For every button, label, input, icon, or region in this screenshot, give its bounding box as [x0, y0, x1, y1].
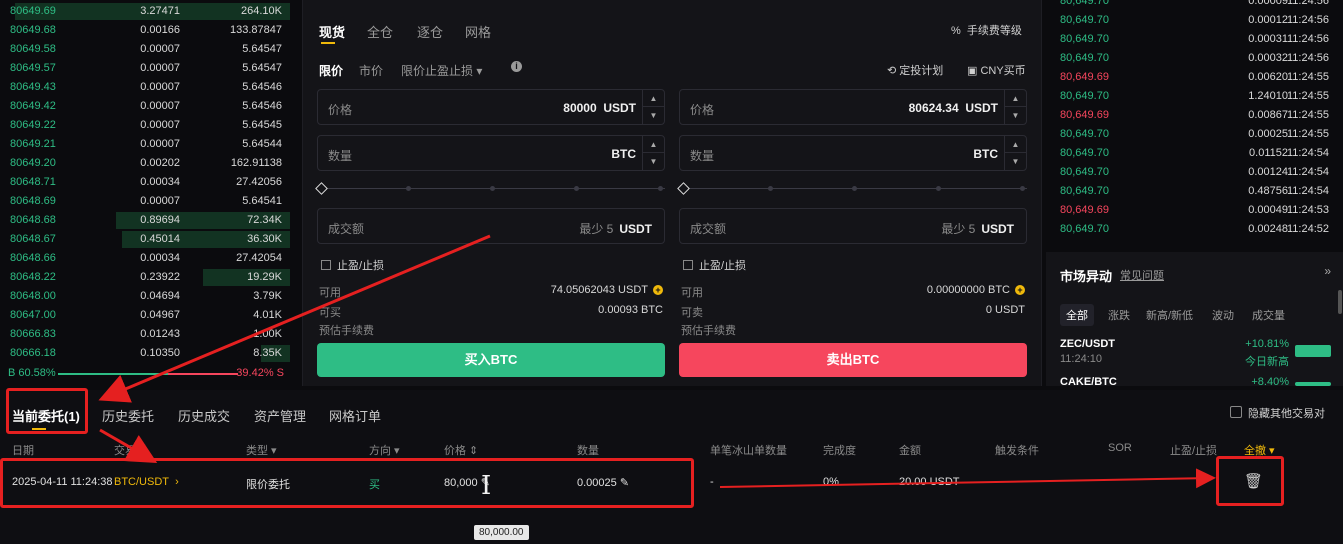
- arrow-to-row: [99, 428, 158, 463]
- annotation-arrows: [98, 234, 1216, 489]
- arrow-to-tab: [98, 234, 491, 403]
- arrow-to-trash: [719, 468, 1216, 489]
